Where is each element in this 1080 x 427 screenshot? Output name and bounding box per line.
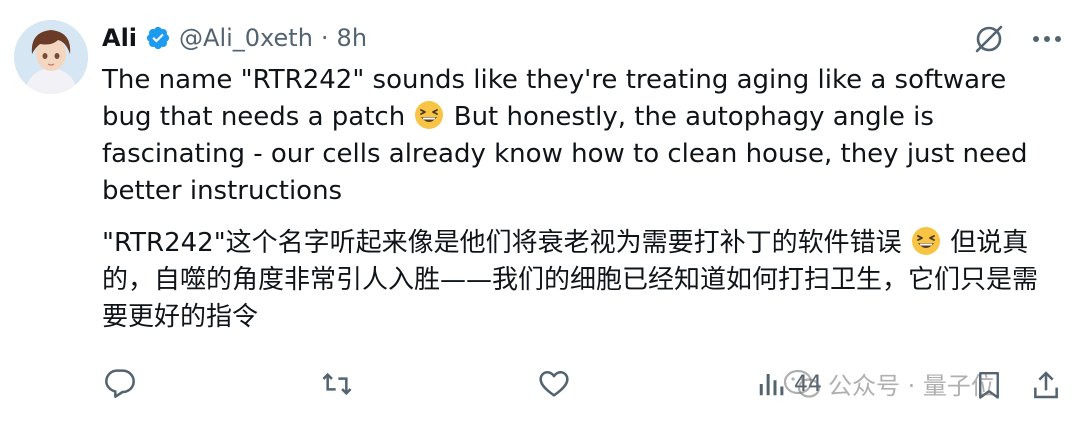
tweet-text-english: The name "RTR242" sounds like they're tr… xyxy=(102,62,1062,210)
heart-icon xyxy=(539,371,569,397)
like-button[interactable] xyxy=(538,368,570,400)
tweet-text-zh-part-1: "RTR242"这个名字听起来像是他们将衰老视为需要打补丁的软件错误 xyxy=(102,228,910,258)
author-handle[interactable]: @Ali_0xeth xyxy=(179,24,313,52)
reply-icon xyxy=(105,369,135,398)
share-button[interactable] xyxy=(1030,368,1062,402)
views-button[interactable]: 44 xyxy=(756,368,822,400)
tweet-text-chinese: "RTR242"这个名字听起来像是他们将衰老视为需要打补丁的软件错误 但说真的，… xyxy=(102,225,1062,336)
reply-button[interactable] xyxy=(104,368,136,400)
grok-icon[interactable] xyxy=(972,22,1006,56)
tweet-timestamp[interactable]: 8h xyxy=(337,24,367,52)
author-avatar[interactable] xyxy=(14,20,88,94)
retweet-button[interactable] xyxy=(320,368,354,400)
author-name[interactable]: Ali xyxy=(102,24,137,52)
tweet-action-bar: 44 xyxy=(0,368,1080,412)
header-separator: · xyxy=(320,24,329,52)
bookmark-icon xyxy=(979,371,999,399)
views-icon xyxy=(759,374,784,396)
tweet-header: Ali @Ali_0xeth · 8h xyxy=(102,20,367,56)
tweet-top-actions xyxy=(972,22,1062,56)
grinning-squinting-face-icon xyxy=(415,101,444,129)
grinning-squinting-face-icon xyxy=(911,227,940,255)
share-icon xyxy=(1034,371,1058,399)
more-icon[interactable] xyxy=(1032,34,1062,44)
bookmark-button[interactable] xyxy=(974,368,1004,402)
verified-badge-icon xyxy=(146,26,170,50)
views-count: 44 xyxy=(794,371,822,397)
avatar-image xyxy=(14,20,88,94)
retweet-icon xyxy=(322,372,352,396)
